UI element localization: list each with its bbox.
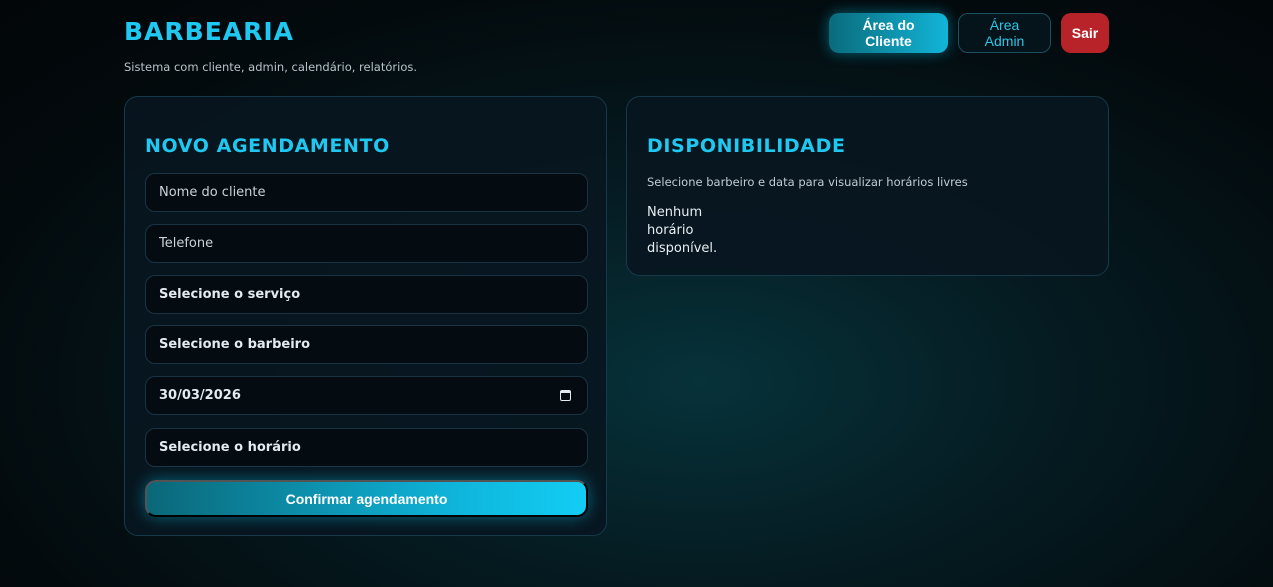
logout-button[interactable]: Sair [1061,13,1109,53]
date-value: 30/03/2026 [159,388,241,403]
client-area-button[interactable]: Área do Cliente [829,13,948,53]
availability-hint: Selecione barbeiro e data para visualiza… [647,175,968,189]
phone-input[interactable]: Telefone [145,224,588,263]
date-input[interactable]: 30/03/2026 [145,376,588,415]
confirm-appointment-button[interactable]: Confirmar agendamento [145,480,588,517]
time-select[interactable]: Selecione o horário [145,428,588,467]
availability-title: DISPONIBILIDADE [647,135,846,157]
admin-area-button[interactable]: Área Admin [958,13,1051,53]
barber-select-value: Selecione o barbeiro [159,337,311,352]
phone-placeholder: Telefone [159,236,214,251]
service-select-value: Selecione o serviço [159,287,301,302]
client-name-input[interactable]: Nome do cliente [145,173,588,212]
page-title: BARBEARIA [124,17,295,46]
availability-empty-message: Nenhum horário disponível. [647,205,718,256]
new-appointment-card: NOVO AGENDAMENTO Nome do cliente Telefon… [124,96,607,536]
client-name-placeholder: Nome do cliente [159,185,266,200]
top-nav: Área do Cliente Área Admin Sair [829,13,1109,53]
new-appointment-title: NOVO AGENDAMENTO [145,135,390,157]
calendar-icon[interactable] [560,390,571,401]
service-select[interactable]: Selecione o serviço [145,275,588,314]
time-select-value: Selecione o horário [159,440,301,455]
availability-card: DISPONIBILIDADE Selecione barbeiro e dat… [626,96,1109,276]
page-subtitle: Sistema com cliente, admin, calendário, … [124,60,417,74]
barber-select[interactable]: Selecione o barbeiro [145,325,588,364]
